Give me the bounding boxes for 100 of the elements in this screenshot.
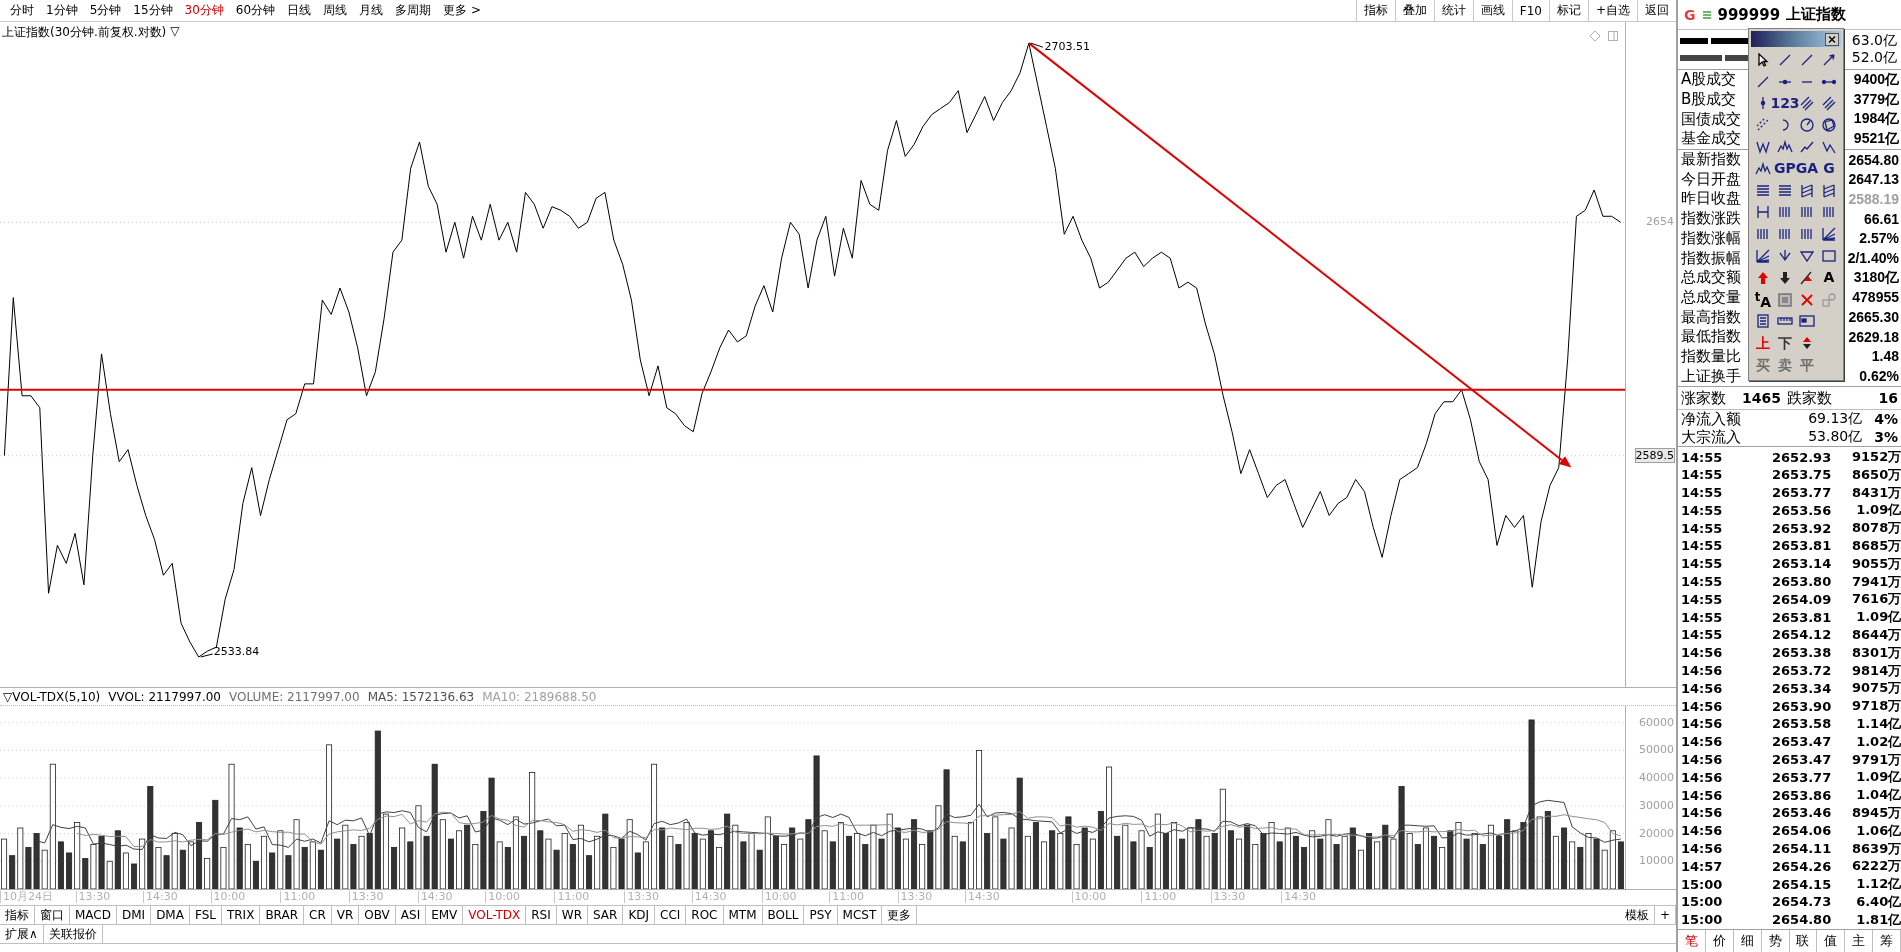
high-price-label: 2703.51 <box>1044 39 1090 53</box>
tick-price: 2653.72 <box>1771 663 1832 679</box>
tick-price: 2654.12 <box>1771 627 1832 643</box>
tick-volume: 1.06亿 <box>1855 821 1901 840</box>
tick-time: 15:00 <box>1681 876 1724 892</box>
tick-price: 2653.92 <box>1771 520 1832 536</box>
tick-price: 2653.38 <box>1771 645 1832 661</box>
indicator-reading: VVOL: 2117997.00 <box>108 689 221 704</box>
tick-volume: 9152万 <box>1851 448 1901 466</box>
stat-value: 2629.18 <box>1848 328 1899 345</box>
indicator-reading: MA5: 1572136.63 <box>367 689 475 704</box>
tick-volume: 9791万 <box>1851 750 1901 769</box>
drawing-tool[interactable]: GA <box>1795 161 1819 177</box>
drawing-tool[interactable]: G <box>1823 161 1835 177</box>
tick-price: 2653.77 <box>1771 769 1832 785</box>
drawing-tool[interactable]: $^{t}$A <box>1754 289 1772 310</box>
time-label: 14:30 <box>691 891 727 903</box>
tick-time: 14:55 <box>1681 467 1724 483</box>
stat-value: 478955 <box>1852 289 1899 306</box>
tick-price: 2654.06 <box>1771 823 1832 839</box>
stat-value: 2665.30 <box>1848 309 1899 326</box>
low-price-label: 2533.84 <box>213 645 260 659</box>
drawing-tool[interactable]: GP <box>1774 161 1796 177</box>
time-label: 11:00 <box>829 891 864 903</box>
chart-menu-toggle[interactable]: ▽ <box>170 24 180 41</box>
tick-time: 14:55 <box>1681 609 1724 625</box>
tick-time: 14:55 <box>1681 449 1724 465</box>
time-label: 14:30 <box>965 891 1000 903</box>
chart-title: 上证指数(30分钟.前复权.对数) <box>2 24 167 41</box>
time-label: 13:30 <box>897 891 933 903</box>
stat-value: 1465 <box>1741 390 1781 406</box>
period-tab[interactable]: 月线 <box>353 2 390 19</box>
stat-label: 指数振幅 <box>1681 248 1741 268</box>
drawing-tool[interactable]: 下 <box>1778 335 1792 351</box>
stat-value: 2.57% <box>1859 230 1899 247</box>
tick-volume: 8078万 <box>1851 519 1901 538</box>
period-tab[interactable]: 日线 <box>281 2 318 19</box>
logo-letter: G <box>1684 6 1696 23</box>
tick-time: 14:56 <box>1681 663 1724 679</box>
period-tab[interactable]: 5分钟 <box>83 2 128 19</box>
flow-value: 52.0亿 <box>1851 49 1897 67</box>
tick-volume: 9075万 <box>1851 679 1901 698</box>
tick-time: 14:56 <box>1681 841 1724 857</box>
stock-name: 上证指数 <box>1786 5 1847 24</box>
indicator-reading: VOLUME: 2117997.00 <box>229 689 360 704</box>
tick-time: 14:56 <box>1681 734 1724 750</box>
stat-label: 指数涨幅 <box>1681 228 1741 248</box>
stat-label: 最高指数 <box>1681 307 1741 327</box>
tick-time: 14:55 <box>1681 627 1724 643</box>
tick-price: 2654.11 <box>1771 841 1832 857</box>
period-tab[interactable]: 周线 <box>317 2 354 19</box>
stat-label: 上证换手 <box>1681 366 1741 386</box>
tick-time: 14:55 <box>1681 520 1724 536</box>
tick-volume: 8945万 <box>1851 803 1901 822</box>
time-label: 10:00 <box>761 891 797 903</box>
stat-label: 国债成交 <box>1681 109 1741 129</box>
stat-value: 2/1.40% <box>1847 250 1899 267</box>
tick-price: 2653.58 <box>1771 716 1832 732</box>
period-tab[interactable]: 60分钟 <box>229 2 282 19</box>
stat-value: 3180亿 <box>1853 268 1899 287</box>
drawing-tool[interactable]: 123 <box>1770 96 1800 111</box>
tick-volume: 7616万 <box>1851 590 1901 609</box>
stat-value: 0.62% <box>1859 368 1899 385</box>
tick-volume: 1.09亿 <box>1855 608 1901 627</box>
tick-volume: 1.12亿 <box>1855 875 1901 894</box>
tick-volume: 1.04亿 <box>1855 786 1901 805</box>
period-tab[interactable]: 多周期 <box>389 2 438 19</box>
tick-price: 2654.09 <box>1771 591 1832 607</box>
period-tab[interactable]: 30分钟 <box>178 2 230 19</box>
time-label: 13:30 <box>75 891 111 903</box>
axis-label: 10000 <box>1639 854 1674 868</box>
stat-value: 66.61 <box>1863 210 1899 227</box>
axis-label: 2654 <box>1646 215 1674 229</box>
tick-price: 2653.77 <box>1771 485 1832 501</box>
tick-price: 2652.93 <box>1771 449 1832 465</box>
tick-volume: 7941万 <box>1851 572 1901 591</box>
stat-label: 净流入额 <box>1681 409 1742 429</box>
stat-label: 大宗流入 <box>1681 427 1742 447</box>
stat-value: 4% <box>1874 411 1898 427</box>
time-label: 13:30 <box>624 891 660 903</box>
tick-price: 2653.80 <box>1771 574 1832 590</box>
tick-price: 2653.90 <box>1771 698 1832 714</box>
period-tab[interactable]: 更多 > <box>437 2 487 19</box>
drawing-tool[interactable]: A <box>1823 270 1835 286</box>
tick-volume: 8301万 <box>1851 643 1901 662</box>
stat-label: B股成交 <box>1681 90 1737 110</box>
stat-label: 最低指数 <box>1681 327 1741 347</box>
period-tab[interactable]: 15分钟 <box>127 2 179 19</box>
stat-value: 9521亿 <box>1853 129 1899 148</box>
time-label: 11:00 <box>1141 891 1177 903</box>
tick-volume: 6.40亿 <box>1855 892 1901 911</box>
tick-volume: 8650万 <box>1851 465 1901 484</box>
flow-value: 63.0亿 <box>1851 32 1897 50</box>
tick-price: 2653.75 <box>1771 467 1832 483</box>
period-tab[interactable]: 分时 <box>4 2 40 19</box>
stat-label: 今日开盘 <box>1681 169 1741 189</box>
tick-time: 14:56 <box>1681 716 1724 732</box>
period-tab[interactable]: 1分钟 <box>40 2 84 19</box>
tick-volume: 8685万 <box>1851 537 1901 555</box>
tick-time: 14:56 <box>1681 805 1724 821</box>
